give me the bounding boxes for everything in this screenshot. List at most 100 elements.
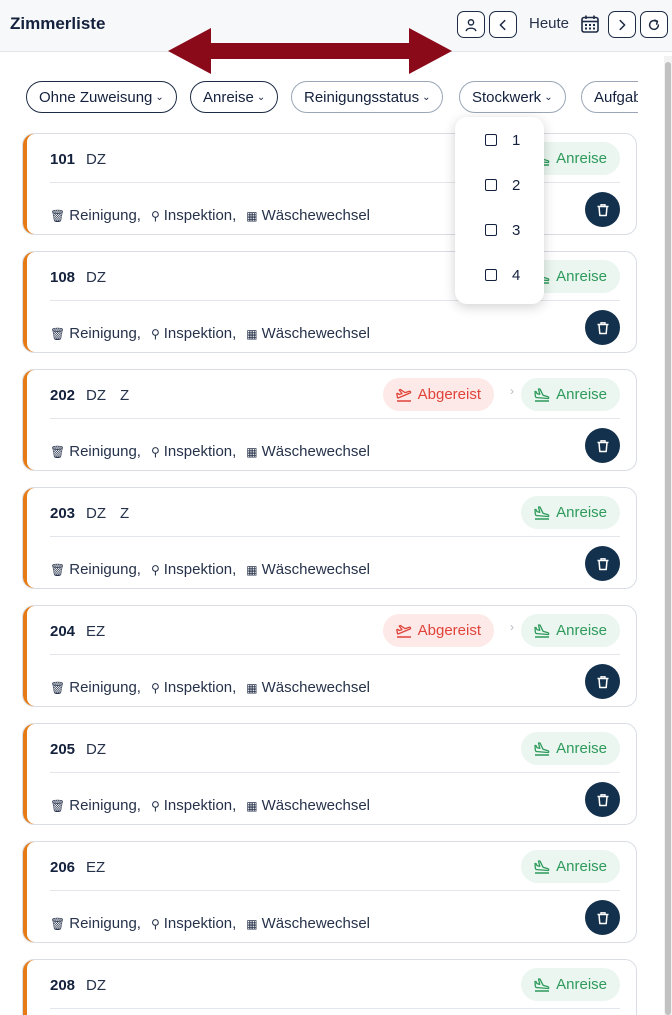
delete-button[interactable]	[585, 546, 620, 581]
chevron-down-icon: ⌄	[544, 91, 553, 103]
task-linen: Wäschewechsel	[261, 561, 371, 578]
search-icon: ⚲	[150, 798, 160, 813]
washing-machine-icon: ▦	[246, 798, 258, 813]
room-type: DZ	[86, 505, 106, 522]
broom-icon: 🗑	[50, 208, 66, 223]
floor-option-4[interactable]: 4	[485, 265, 520, 285]
room-number: 206	[50, 859, 76, 876]
plane-takeoff-icon	[395, 624, 411, 638]
task-linen: Wäschewechsel	[261, 915, 371, 932]
filter-cleaning-status[interactable]: Reinigungsstatus ⌄	[291, 81, 444, 113]
room-card[interactable]: 205 DZ Anreise 🗑 Reinigung, ⚲ Inspektion, ▦ Wäsc…	[22, 723, 637, 825]
next-day-button[interactable]	[608, 11, 636, 38]
room-type: EZ	[86, 623, 106, 640]
plane-landing-icon	[534, 623, 550, 638]
search-icon: ⚲	[150, 680, 160, 695]
washing-machine-icon: ▦	[246, 326, 258, 341]
room-extra-bed: Z	[120, 387, 130, 404]
refresh-button[interactable]	[640, 11, 668, 38]
plane-landing-icon	[534, 387, 550, 402]
checkbox[interactable]	[485, 269, 497, 281]
checkbox[interactable]	[485, 134, 497, 146]
chevron-down-icon: ⌄	[422, 91, 431, 103]
room-number: 108	[50, 269, 76, 286]
arrival-label: Anreise	[556, 150, 607, 167]
arrival-label: Anreise	[556, 268, 607, 285]
task-cleaning: Reinigung,	[69, 915, 141, 932]
refresh-icon	[648, 18, 660, 30]
filter-arrival[interactable]: Anreise ⌄	[190, 81, 279, 113]
task-linen: Wäschewechsel	[261, 443, 371, 460]
divider	[50, 418, 620, 419]
room-card[interactable]: 108 DZ Anreise 🗑 Reinigung, ⚲ Inspektion, ▦ Wäsc…	[22, 251, 637, 353]
task-cleaning: Reinigung,	[69, 679, 141, 696]
divider	[50, 1008, 620, 1009]
filter-floor[interactable]: Stockwerk ⌄	[459, 81, 566, 113]
trash-icon	[597, 439, 608, 452]
room-status-bar	[23, 606, 37, 706]
arrival-badge: Anreise	[521, 378, 620, 411]
room-card[interactable]: 206 EZ Anreise 🗑 Reinigung, ⚲ Inspektion, ▦ Wäsc…	[22, 841, 637, 943]
search-icon: ⚲	[150, 208, 160, 223]
task-inspection: Inspektion,	[163, 915, 237, 932]
room-number: 101	[50, 151, 76, 168]
task-inspection: Inspektion,	[163, 679, 237, 696]
washing-machine-icon: ▦	[246, 680, 258, 695]
room-card[interactable]: 101 DZ Anreise 🗑 Reinigung, ⚲ Inspektion, ▦ Wäsc…	[22, 133, 637, 235]
filter-label: Stockwerk	[472, 88, 542, 106]
floor-option-2[interactable]: 2	[485, 175, 520, 195]
arrival-badge: Anreise	[521, 732, 620, 765]
filter-label: Aufgaben	[594, 88, 638, 106]
delete-button[interactable]	[585, 664, 620, 699]
room-status-bar	[23, 252, 37, 352]
user-button[interactable]	[457, 11, 485, 38]
departed-label: Abgereist	[417, 386, 481, 403]
broom-icon: 🗑	[50, 680, 66, 695]
trash-icon	[597, 557, 608, 570]
floor-option-1[interactable]: 1	[485, 130, 520, 150]
room-card[interactable]: 208DZAnreise🗑Reinigung,⚲Inspektion,▦Wäsc…	[22, 959, 637, 1015]
room-type: DZ	[86, 387, 106, 404]
filter-tasks[interactable]: Aufgaben	[581, 81, 638, 113]
floor-option-3[interactable]: 3	[485, 220, 520, 240]
scrollbar-thumb[interactable]	[665, 62, 671, 1015]
task-cleaning: Reinigung,	[69, 207, 141, 224]
previous-day-button[interactable]	[489, 11, 517, 38]
search-icon: ⚲	[150, 562, 160, 577]
today-label: Heute	[529, 15, 570, 32]
floor-option-label: 3	[512, 221, 521, 239]
room-number: 202	[50, 387, 76, 404]
room-card[interactable]: 202 DZ Z Abgereist › Anreise 🗑 Reinigung, ⚲ Inspe…	[22, 369, 637, 471]
trash-icon	[597, 203, 608, 216]
delete-button[interactable]	[585, 310, 620, 345]
task-cleaning: Reinigung,	[69, 561, 141, 578]
departed-badge: Abgereist	[382, 614, 494, 647]
delete-button[interactable]	[585, 192, 620, 227]
delete-button[interactable]	[585, 428, 620, 463]
room-status-bar	[23, 724, 37, 824]
chevron-left-icon	[499, 19, 506, 30]
delete-button[interactable]	[585, 782, 620, 817]
arrival-badge: Anreise	[521, 850, 620, 883]
plane-landing-icon	[534, 977, 550, 992]
delete-button[interactable]	[585, 900, 620, 935]
checkbox[interactable]	[485, 179, 497, 191]
arrival-label: Anreise	[556, 740, 607, 757]
floor-dropdown: 1 2 3 4	[455, 117, 544, 304]
arrival-label: Anreise	[556, 976, 607, 993]
filter-no-assignment[interactable]: Ohne Zuweisung ⌄	[26, 81, 177, 113]
checkbox[interactable]	[485, 224, 497, 236]
task-inspection: Inspektion,	[163, 561, 237, 578]
filter-bar: Ohne Zuweisung ⌄ Anreise ⌄ Reinigungsstatu…	[26, 81, 638, 114]
task-list: 🗑 Reinigung, ⚲ Inspektion, ▦ Wäschewechsel	[50, 915, 370, 932]
search-icon: ⚲	[150, 326, 160, 341]
broom-icon: 🗑	[50, 444, 66, 459]
room-card[interactable]: 203 DZ Z Anreise 🗑 Reinigung, ⚲ Inspektion, ▦ Wäs…	[22, 487, 637, 589]
room-type: DZ	[86, 151, 106, 168]
calendar-icon[interactable]	[580, 14, 600, 34]
filter-label: Reinigungsstatus	[304, 88, 420, 106]
trash-icon	[597, 321, 608, 334]
search-icon: ⚲	[150, 916, 160, 931]
room-card[interactable]: 204 EZ Abgereist › Anreise 🗑 Reinigung, ⚲ Inspek…	[22, 605, 637, 707]
chevron-right-icon: ›	[510, 384, 514, 398]
